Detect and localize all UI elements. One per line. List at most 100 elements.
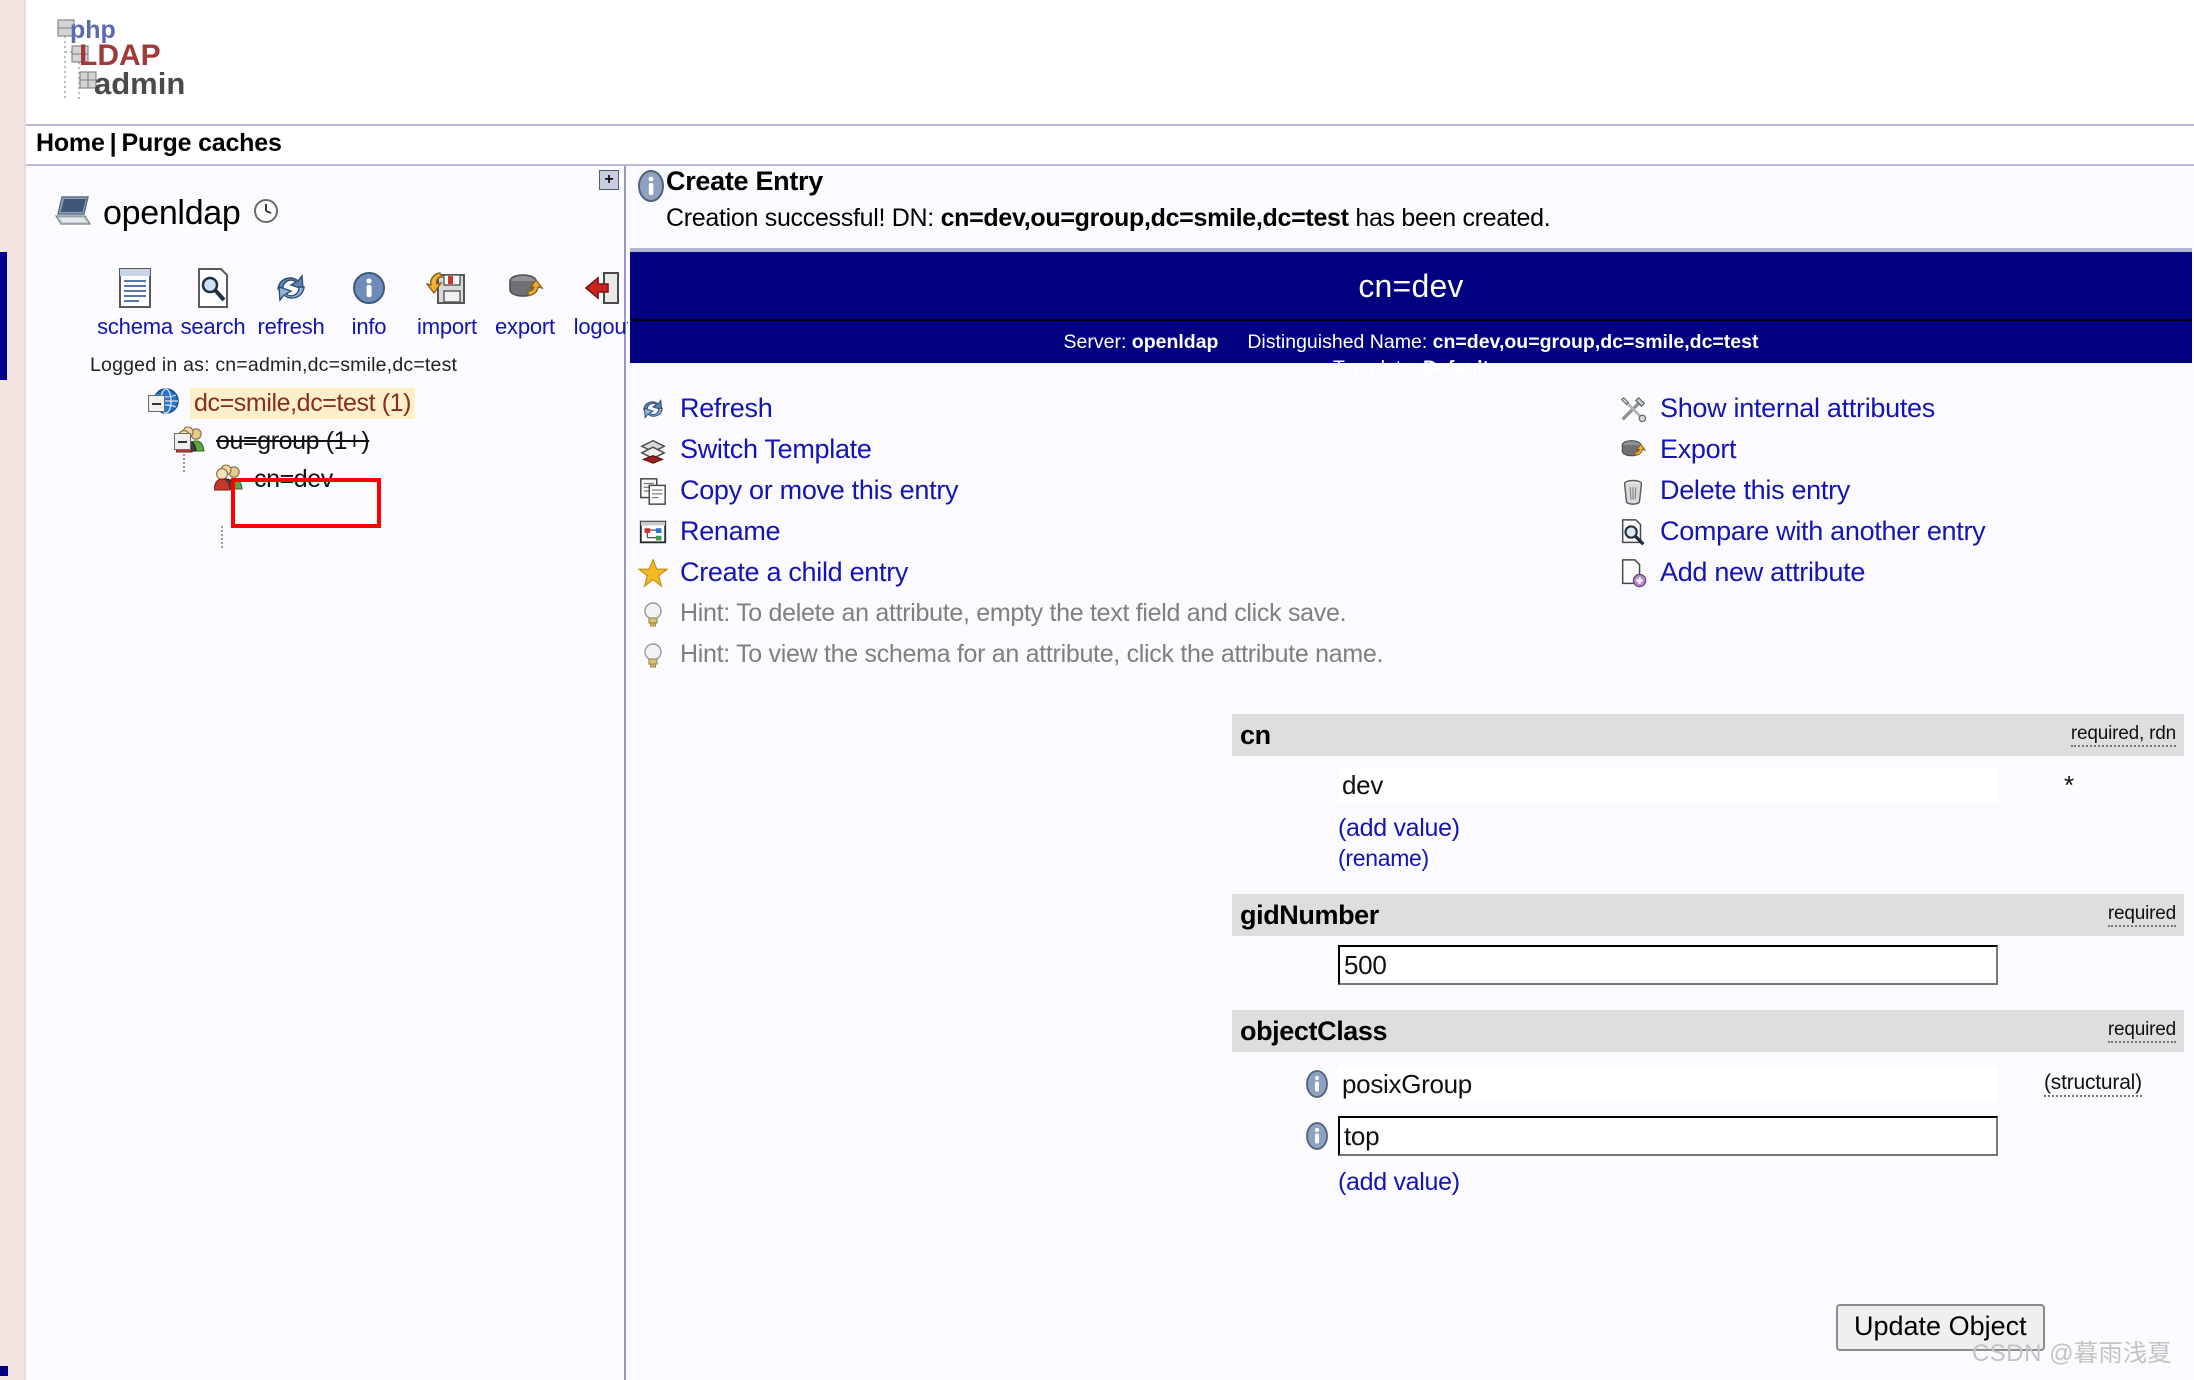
- toolbar-item-import[interactable]: import: [408, 266, 486, 340]
- objectclass-value-posixgroup[interactable]: posixGroup: [1338, 1066, 1998, 1102]
- attribute-name-cn[interactable]: cn: [1240, 720, 1271, 751]
- attribute-name-objectclass[interactable]: objectClass: [1240, 1016, 1388, 1047]
- attribute-block-objectclass: objectClass required posixGroup (structu…: [1232, 1010, 2184, 1207]
- watermark: CSDN @暮雨浅夏: [1971, 1340, 2172, 1367]
- action-export[interactable]: Export: [1618, 429, 1985, 470]
- lightbulb-icon: [638, 641, 668, 669]
- attribute-value-row-cn: dev *: [1232, 762, 2184, 808]
- action-add-new-attribute[interactable]: Add new attribute: [1618, 552, 1985, 593]
- tree-node-cn-dev[interactable]: cn=dev: [26, 462, 626, 548]
- attribute-block-gidnumber: gidNumber required: [1232, 894, 2184, 998]
- switch-template-icon: [638, 435, 668, 465]
- attribute-name-gidnumber[interactable]: gidNumber: [1240, 900, 1379, 931]
- logout-icon: [582, 266, 624, 310]
- page-root: php LDAP admin Home | Purge caches + ope…: [0, 0, 2194, 1380]
- cn-add-value-link[interactable]: (add value): [1338, 814, 1460, 842]
- objectclass-add-value-row: (add value): [1338, 1168, 2184, 1197]
- template-label: Template:: [1332, 357, 1418, 379]
- toolbar-item-export[interactable]: export: [486, 266, 564, 340]
- objectclass-add-value-link[interactable]: (add value): [1338, 1168, 1460, 1196]
- search-icon: [193, 266, 233, 310]
- action-label-rename: Rename: [680, 516, 781, 546]
- template-value: Default: [1422, 357, 1490, 379]
- toolbar-label-refresh: refresh: [257, 314, 325, 339]
- action-refresh[interactable]: Refresh: [638, 388, 1383, 429]
- refresh-icon: [638, 394, 668, 424]
- tree-label-cn-dev: cn=dev: [254, 464, 333, 493]
- clock-icon: [252, 197, 280, 230]
- toolbar-label-schema: schema: [97, 314, 173, 339]
- tree-node-root[interactable]: dc=smile,dc=test (1): [26, 386, 626, 420]
- dn-label: Distinguished Name:: [1247, 331, 1428, 353]
- action-create-child-entry[interactable]: Create a child entry: [638, 552, 1383, 593]
- phpldapadmin-logo: php LDAP admin: [53, 14, 233, 106]
- star-icon: [638, 557, 668, 588]
- expand-tree-button[interactable]: +: [599, 170, 619, 190]
- toolbar-label-info: info: [351, 314, 387, 339]
- action-rename[interactable]: Rename: [638, 511, 1383, 552]
- lightbulb-icon: [638, 600, 668, 628]
- attribute-body-cn: dev * (add value) (rename): [1232, 756, 2184, 882]
- server-name-label: openldap: [103, 194, 241, 232]
- cn-add-value-row: (add value): [1338, 814, 2184, 843]
- toolbar-label-import: import: [417, 314, 477, 339]
- gidnumber-input[interactable]: [1338, 945, 1998, 985]
- attribute-header-objectclass: objectClass required: [1232, 1010, 2184, 1052]
- cn-rename-row: (rename): [1338, 845, 2184, 872]
- toolbar-item-schema[interactable]: schema: [96, 266, 174, 340]
- actions-right-column: Show internal attributes Export Delete t…: [1618, 388, 1986, 593]
- toolbar-item-refresh[interactable]: refresh: [252, 266, 330, 340]
- info-icon-posixgroup[interactable]: [1304, 1070, 1330, 1098]
- cn-value-field[interactable]: dev: [1338, 767, 1998, 803]
- copy-icon: [638, 476, 668, 506]
- attribute-header-gidnumber: gidNumber required: [1232, 894, 2184, 936]
- attribute-header-cn: cn required, rdn: [1232, 714, 2184, 756]
- toolbar-label-logout: logout: [573, 314, 633, 339]
- action-show-internal-attributes[interactable]: Show internal attributes: [1618, 388, 1985, 429]
- action-label-compare-entry: Compare with another entry: [1660, 516, 1986, 546]
- body-wrapper: + openldap schema search refresh info im…: [26, 166, 2194, 1380]
- objectclass-row-posixgroup: posixGroup (structural): [1232, 1058, 2184, 1110]
- hint-text-2: Hint: To view the schema for an attribut…: [680, 640, 1384, 668]
- attribute-body-objectclass: posixGroup (structural) top (add value): [1232, 1052, 2184, 1207]
- tree-label-ou-group: ou=group (1+): [216, 426, 370, 455]
- app-header: php LDAP admin: [26, 0, 2194, 124]
- toolbar-label-export: export: [495, 314, 555, 339]
- objectclass-row-top: [1232, 1110, 2184, 1162]
- action-delete-entry[interactable]: Delete this entry: [1618, 470, 1985, 511]
- objectclass-top-input[interactable]: [1338, 1116, 1998, 1156]
- action-label-add-new-attribute: Add new attribute: [1660, 557, 1866, 587]
- creation-message-dn: cn=dev,ou=group,dc=smile,dc=test: [940, 204, 1349, 232]
- action-copy-or-move[interactable]: Copy or move this entry: [638, 470, 1383, 511]
- sidebar: + openldap schema search refresh info im…: [26, 166, 633, 1380]
- refresh-icon: [270, 266, 312, 310]
- info-icon-top[interactable]: [1304, 1122, 1330, 1150]
- nav-purge-caches-link[interactable]: Purge caches: [121, 129, 281, 157]
- svg-text:admin: admin: [94, 66, 185, 101]
- cn-rename-link[interactable]: (rename): [1338, 845, 1429, 871]
- hint-view-schema: Hint: To view the schema for an attribut…: [638, 634, 1383, 675]
- collapse-toggle-root-icon[interactable]: [148, 395, 165, 412]
- action-compare-entry[interactable]: Compare with another entry: [1618, 511, 1986, 552]
- top-navbar: Home | Purge caches: [26, 126, 2194, 164]
- main-panel: Create Entry Creation successful! DN: cn…: [628, 166, 2194, 1380]
- add-attribute-icon: [1618, 558, 1648, 588]
- collapse-toggle-ou-group-icon[interactable]: [174, 433, 191, 450]
- sidebar-server-row: openldap: [54, 194, 280, 233]
- action-switch-template[interactable]: Switch Template: [638, 429, 1383, 470]
- attribute-flags-gidnumber: required: [2107, 903, 2176, 927]
- compare-icon: [1618, 517, 1648, 547]
- attribute-block-cn: cn required, rdn dev * (add value) (rena…: [1232, 714, 2184, 882]
- dn-banner: cn=dev Server: openldap Distinguished Na…: [630, 252, 2192, 379]
- action-label-create-child-entry: Create a child entry: [680, 557, 909, 587]
- nav-home-link[interactable]: Home: [36, 129, 105, 157]
- dn-banner-title: cn=dev: [1358, 268, 1464, 304]
- tree-node-ou-group[interactable]: ou=group (1+): [26, 424, 626, 472]
- toolbar-item-search[interactable]: search: [174, 266, 252, 340]
- server-value: openldap: [1131, 331, 1219, 353]
- attribute-value-row-gidnumber: [1232, 942, 2184, 988]
- export-icon: [504, 266, 546, 310]
- toolbar-item-info[interactable]: info: [330, 266, 408, 340]
- hint-delete-attribute: Hint: To delete an attribute, empty the …: [638, 593, 1383, 634]
- page-title: Create Entry: [666, 166, 823, 196]
